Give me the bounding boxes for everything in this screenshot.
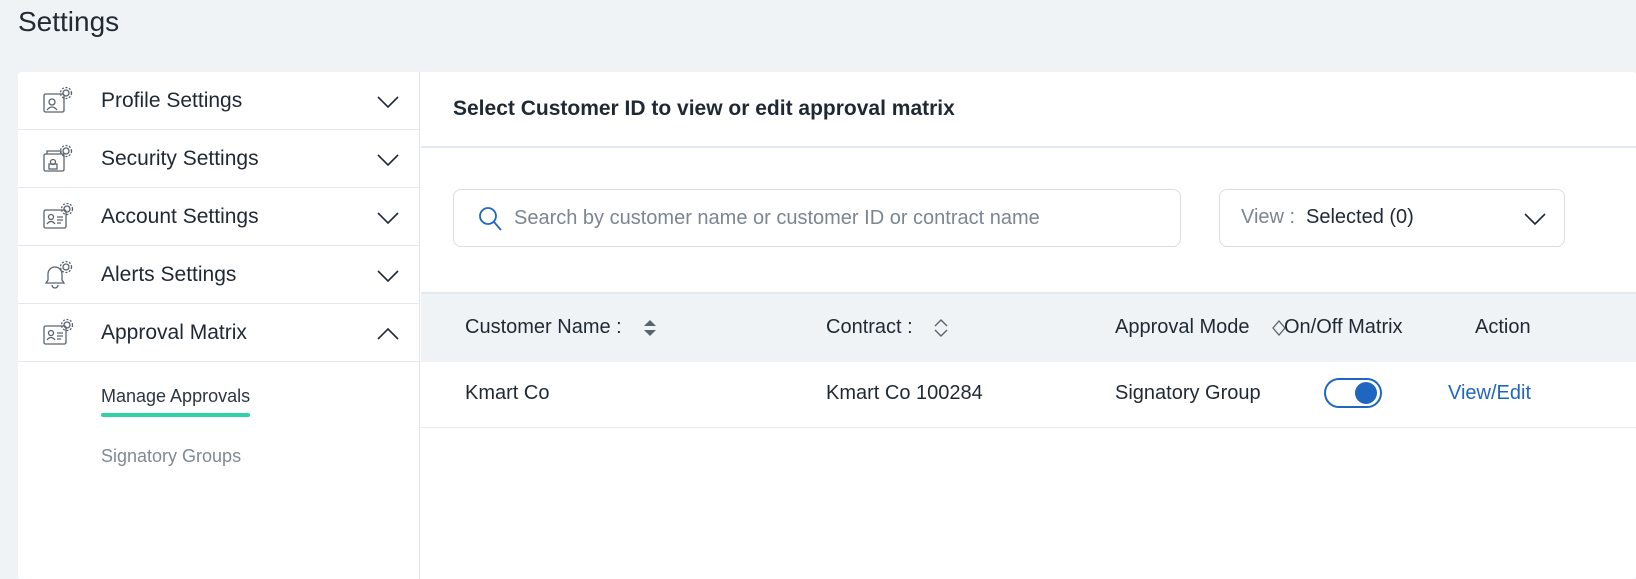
sidebar-item-label: Account Settings (101, 204, 259, 228)
sidebar-item-label: Profile Settings (101, 88, 243, 112)
sidebar-item-alerts-settings[interactable]: Alerts Settings (18, 246, 419, 304)
sidebar-item-label: Approval Matrix (101, 320, 247, 344)
sidebar-item-profile-settings[interactable]: Profile Settings (18, 72, 419, 130)
search-input[interactable] (514, 202, 1164, 234)
sidebar-item-security-settings[interactable]: Security Settings (18, 130, 419, 188)
settings-panel: Profile Settings Security Settings Accou… (18, 72, 1636, 579)
filter-bar: View : Selected (0) (421, 148, 1636, 294)
toggle-knob (1355, 382, 1377, 404)
account-settings-icon (43, 202, 74, 229)
chevron-down-icon[interactable] (375, 147, 401, 173)
chevron-down-icon[interactable] (375, 263, 401, 289)
table-header: Customer Name : Contract : Approval Mode (421, 294, 1636, 362)
profile-settings-icon (43, 86, 73, 113)
cell-approval-mode: Signatory Group (1115, 382, 1261, 404)
sidebar-item-account-settings[interactable]: Account Settings (18, 188, 419, 246)
column-header-label: Action (1475, 316, 1531, 338)
main-header: Select Customer ID to view or edit appro… (421, 72, 1636, 148)
chevron-up-icon[interactable] (375, 321, 401, 347)
alerts-settings-icon (44, 260, 73, 289)
table-row: Kmart Co Kmart Co 100284 Signatory Group… (421, 362, 1636, 428)
security-settings-icon (43, 144, 73, 172)
view-filter-label: View : (1241, 206, 1296, 228)
settings-sidebar: Profile Settings Security Settings Accou… (18, 72, 420, 579)
column-customer-name[interactable]: Customer Name : (465, 316, 658, 339)
search-box[interactable] (453, 189, 1181, 247)
section-heading: Select Customer ID to view or edit appro… (453, 97, 955, 120)
view-edit-link[interactable]: View/Edit (1448, 382, 1531, 405)
column-on-off-matrix: On/Off Matrix (1284, 316, 1403, 339)
column-header-label: Customer Name : (465, 316, 622, 338)
search-icon (479, 207, 502, 231)
chevron-down-icon[interactable] (375, 205, 401, 231)
sidebar-item-label: Security Settings (101, 146, 259, 170)
chevron-down-icon (1524, 213, 1546, 226)
chevron-down-icon[interactable] (375, 89, 401, 115)
sidebar-item-approval-matrix[interactable]: Approval Matrix (18, 304, 419, 362)
view-filter-value: Selected (0) (1306, 206, 1414, 228)
matrix-toggle[interactable] (1324, 378, 1382, 408)
column-header-label: On/Off Matrix (1284, 316, 1403, 338)
submenu-signatory-groups[interactable]: Signatory Groups (101, 446, 241, 467)
cell-customer-name: Kmart Co (465, 382, 550, 404)
column-header-label: Contract : (826, 316, 913, 338)
sort-icon[interactable] (642, 318, 658, 338)
cell-contract: Kmart Co 100284 (826, 382, 983, 404)
approval-matrix-icon (43, 318, 74, 345)
approval-matrix-submenu: Manage Approvals Signatory Groups (18, 362, 419, 572)
view-filter-dropdown[interactable]: View : Selected (0) (1219, 189, 1565, 247)
column-contract[interactable]: Contract : (826, 316, 949, 339)
main-content: Select Customer ID to view or edit appro… (421, 72, 1636, 579)
sort-icon[interactable] (933, 318, 949, 338)
column-approval-mode[interactable]: Approval Mode (1115, 316, 1286, 339)
column-action: Action (1475, 316, 1531, 339)
page-title: Settings (18, 6, 120, 37)
column-header-label: Approval Mode (1115, 316, 1250, 338)
submenu-manage-approvals[interactable]: Manage Approvals (101, 386, 251, 417)
sidebar-item-label: Alerts Settings (101, 262, 237, 286)
